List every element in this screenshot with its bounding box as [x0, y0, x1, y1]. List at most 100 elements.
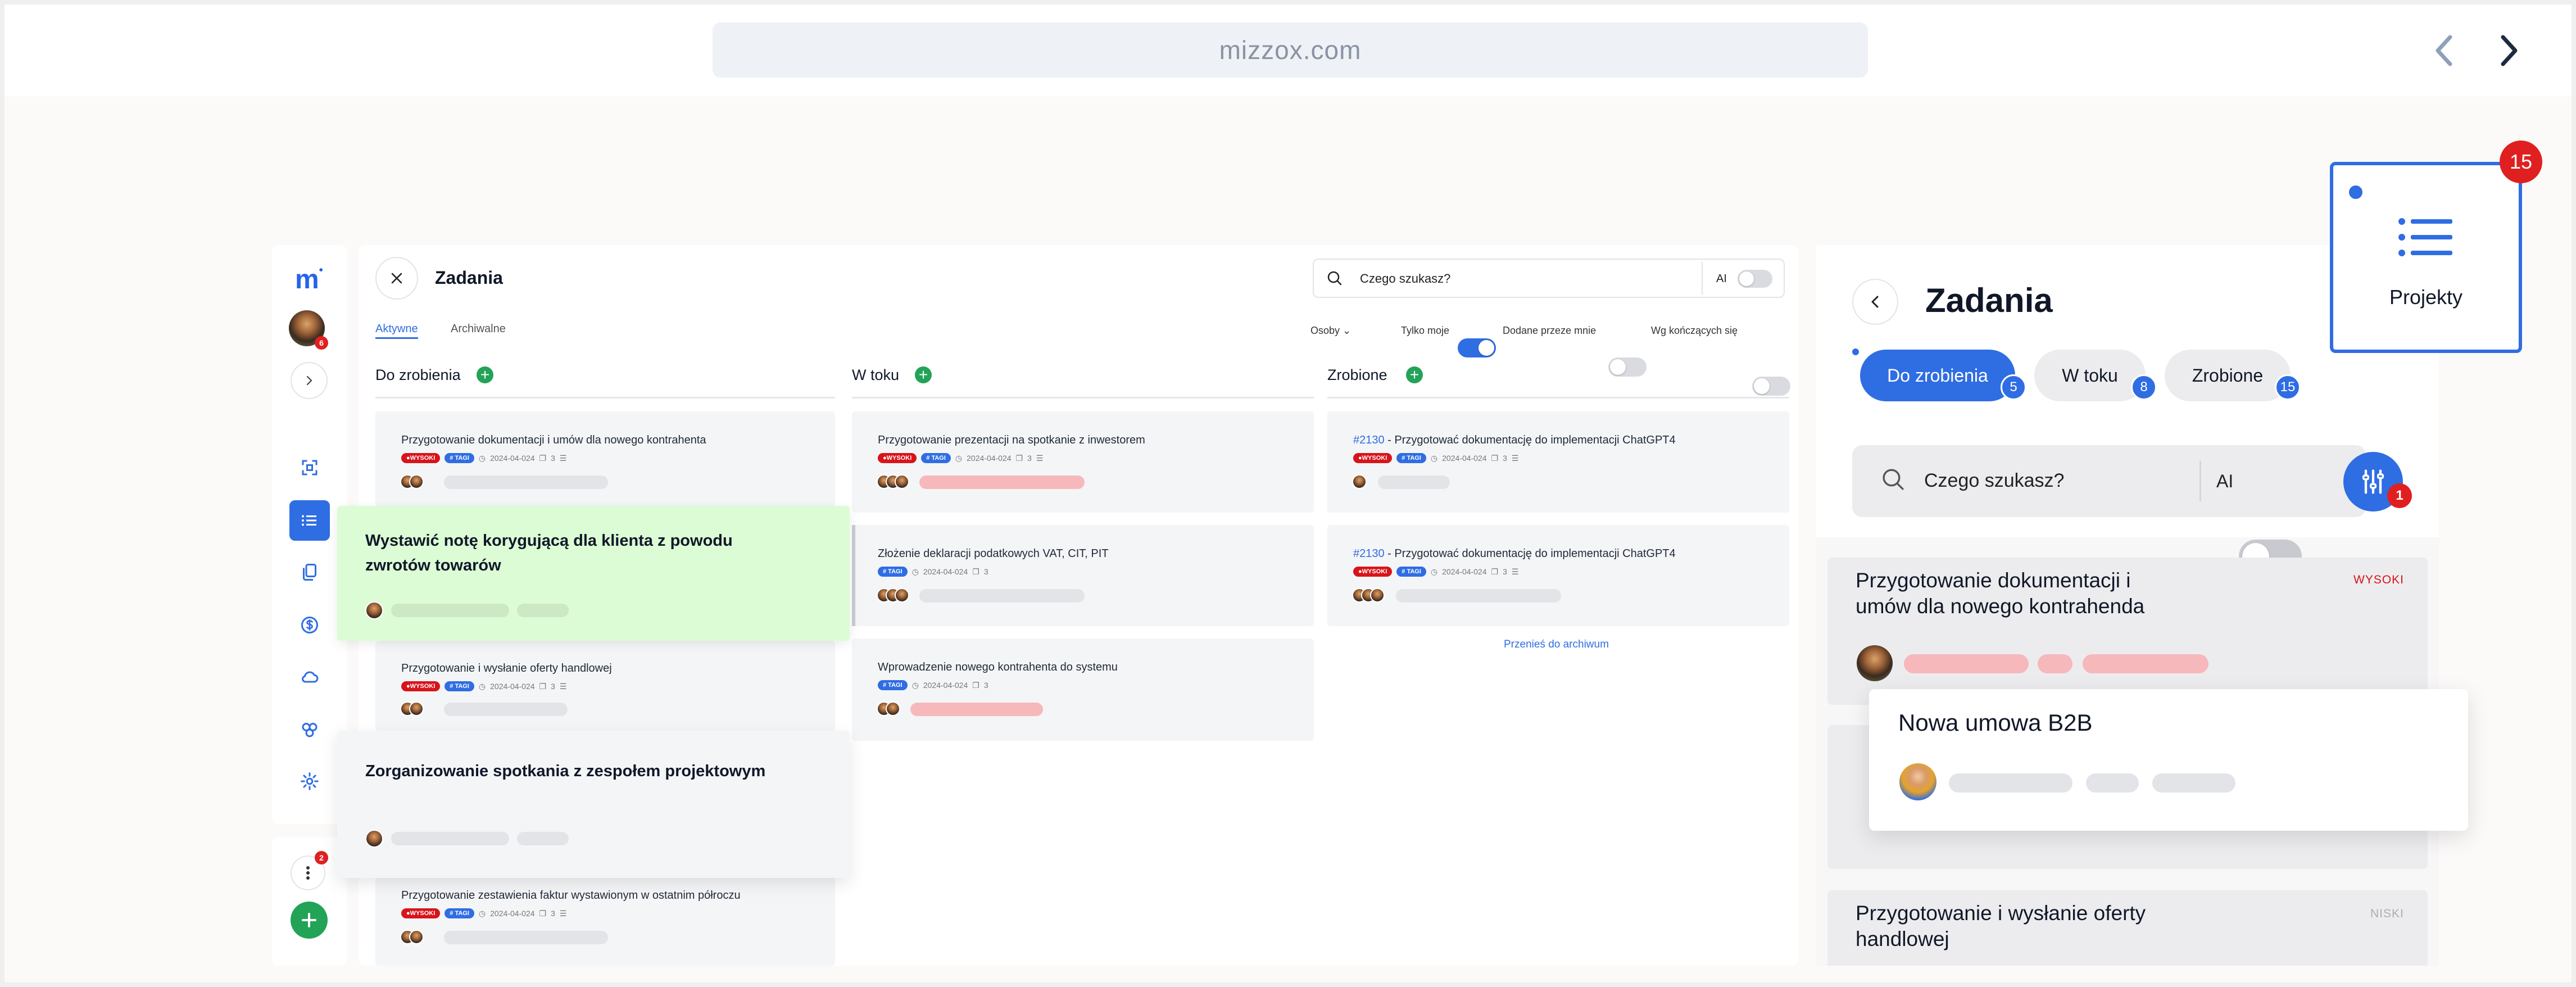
more-badge: 2 — [315, 851, 328, 864]
tag-badge: # TAGI — [1396, 453, 1426, 463]
only-mine-label: Tylko moje — [1401, 325, 1450, 336]
expand-sidebar-button[interactable] — [291, 362, 328, 399]
placeholder-bar — [2086, 773, 2139, 793]
segment-inprogress[interactable]: W toku — [2034, 350, 2146, 401]
comment-count: 3 — [551, 909, 555, 918]
task-title: Przygotowanie dokumentacji i umów dla no… — [401, 434, 706, 446]
dollar-icon — [301, 617, 318, 633]
avatar-badge: 6 — [315, 336, 328, 350]
search-input[interactable]: Czego szukasz? — [1360, 271, 1450, 286]
task-title: #2130 - Przygotować dokumentację do impl… — [1353, 547, 1676, 560]
segment-todo[interactable]: Do zrobienia — [1860, 350, 2015, 401]
archive-link[interactable]: Przenieś do archiwum — [1504, 639, 1609, 651]
clock-icon: ◷ — [478, 681, 486, 691]
task-date: 2024-04-024 — [967, 454, 1012, 463]
back-arrow-icon[interactable] — [2425, 29, 2465, 72]
ending-toggle[interactable] — [1752, 377, 1790, 396]
app-logo[interactable]: m• — [295, 264, 323, 295]
mobile-task-title: Przygotowanie dokumentacji i umów dla now… — [1856, 569, 2145, 618]
circles-icon — [302, 723, 318, 737]
priority-label: NISKI — [2370, 907, 2404, 920]
sidebar-item-finance[interactable] — [289, 605, 330, 645]
ai-label: AI — [2216, 471, 2234, 491]
add-button[interactable] — [291, 902, 328, 939]
only-mine-toggle[interactable] — [1458, 338, 1496, 357]
dragged-task-card[interactable] — [337, 731, 850, 878]
sidebar-item-integrations[interactable] — [289, 709, 330, 750]
comment-count: 3 — [551, 682, 555, 691]
task-title: Przygotowanie zestawienia faktur wystawi… — [401, 889, 741, 902]
avatar — [365, 830, 383, 848]
clock-icon: ◷ — [955, 453, 963, 463]
task-meta: ● WYSOKI # TAGI ◷ 2024-04-024 ❐ 3 ☰ — [1353, 567, 1518, 577]
ai-toggle[interactable] — [1738, 270, 1772, 288]
back-button[interactable] — [1852, 279, 1898, 325]
task-date: 2024-04-024 — [1442, 567, 1487, 576]
clock-icon: ◷ — [911, 680, 919, 690]
avatar — [409, 474, 424, 489]
list-icon — [302, 515, 316, 526]
task-title: #2130 - Przygotować dokumentację do impl… — [1353, 434, 1676, 446]
people-filter[interactable]: Osoby ⌄ — [1310, 325, 1351, 337]
add-todo-button[interactable]: + — [477, 366, 493, 383]
comment-icon: ❐ — [1015, 453, 1023, 463]
search-icon — [1880, 467, 1906, 495]
added-by-me-toggle[interactable] — [1608, 357, 1647, 377]
more-vertical-icon — [306, 866, 310, 880]
forward-arrow-icon[interactable] — [2489, 29, 2529, 72]
list-icon: ☰ — [559, 681, 567, 691]
task-date: 2024-04-024 — [923, 567, 968, 576]
assignees — [877, 474, 909, 489]
assignees — [1352, 474, 1367, 489]
tab-archive[interactable]: Archiwalne — [451, 323, 506, 336]
task-meta: ● WYSOKI # TAGI ◷ 2024-04-024 ❐ 3 ☰ — [878, 453, 1043, 463]
sidebar-item-tasks[interactable] — [289, 500, 330, 541]
segment-done[interactable]: Zrobione — [2165, 350, 2291, 401]
task-title: Wprowadzenie nowego kontrahenta do syste… — [878, 661, 1118, 673]
list-icon: ☰ — [1511, 453, 1519, 463]
segment-count: 15 — [2275, 374, 2301, 400]
placeholder-bar — [517, 604, 569, 617]
add-done-button[interactable]: + — [1406, 366, 1423, 383]
comment-icon: ❐ — [539, 453, 547, 463]
filter-badge: 1 — [2387, 483, 2412, 508]
placeholder-bar — [391, 832, 509, 845]
close-icon — [391, 273, 402, 284]
add-inprogress-button[interactable]: + — [915, 366, 932, 383]
clock-icon: ◷ — [1430, 567, 1438, 576]
sidebar-item-settings[interactable] — [289, 761, 330, 802]
task-meta: # TAGI ◷ 2024-04-024 ❐ 3 — [878, 567, 988, 577]
assignees — [877, 588, 909, 603]
placeholder-bar — [1949, 773, 2072, 793]
comment-icon: ❐ — [1491, 453, 1499, 463]
comment-count: 3 — [1503, 454, 1507, 463]
sidebar-item-dashboard[interactable] — [289, 447, 330, 488]
priority-badge: ● WYSOKI — [1353, 567, 1393, 577]
task-date: 2024-04-024 — [490, 909, 535, 918]
chevron-left-icon — [1871, 296, 1879, 308]
priority-badge: ● WYSOKI — [878, 453, 917, 463]
close-button[interactable] — [375, 257, 418, 300]
gear-icon — [301, 772, 319, 790]
tab-active[interactable]: Aktywne — [375, 323, 418, 336]
column-title-inprogress: W toku — [852, 366, 900, 383]
sidebar-item-cloud[interactable] — [289, 657, 330, 697]
sidebar-item-documents[interactable] — [289, 552, 330, 592]
task-id[interactable]: #2130 — [1353, 547, 1385, 560]
dragged-task-title: Wystawić notę korygującą dla klienta z p… — [365, 532, 733, 574]
tag-badge: # TAGI — [1396, 567, 1426, 577]
priority-badge: ● WYSOKI — [401, 908, 441, 918]
task-date: 2024-04-024 — [490, 682, 535, 691]
mobile-search-input[interactable]: Czego szukasz? — [1924, 470, 2064, 492]
tag-badge: # TAGI — [878, 567, 908, 577]
column-title-done: Zrobione — [1327, 366, 1387, 383]
segment-count: 5 — [2001, 374, 2026, 400]
url-bar[interactable]: mizzox.com — [713, 22, 1868, 78]
projects-label: Projekty — [2389, 286, 2463, 309]
placeholder-bar — [391, 604, 509, 617]
column-divider — [852, 397, 1314, 399]
placeholder-bar — [1378, 476, 1450, 489]
avatar — [1370, 588, 1385, 603]
task-id[interactable]: #2130 — [1353, 434, 1385, 446]
task-meta: ● WYSOKI # TAGI ◷ 2024-04-024 ❐ 3 ☰ — [401, 908, 566, 918]
